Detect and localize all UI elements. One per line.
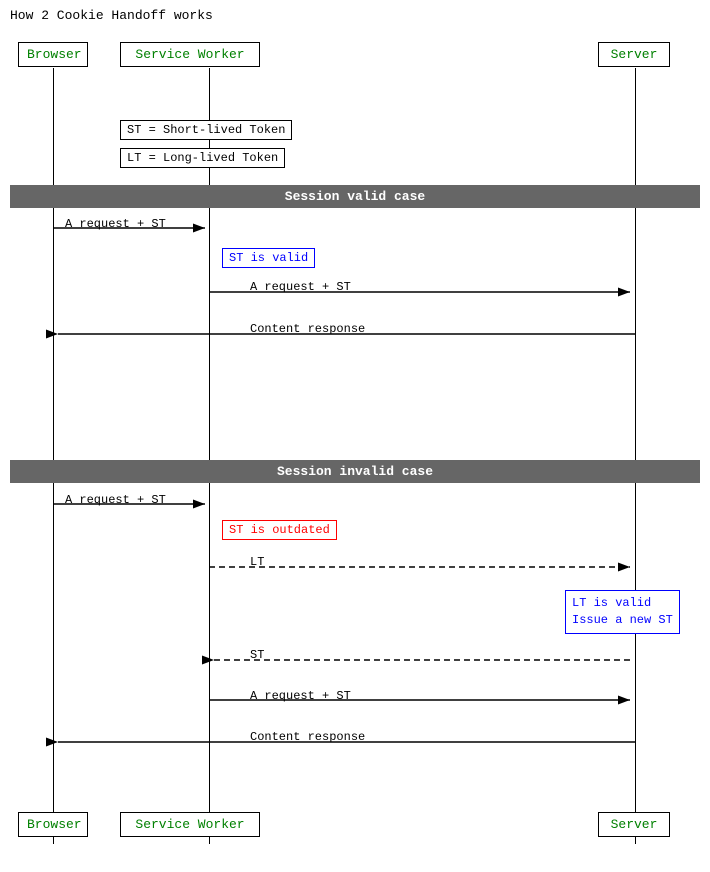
actor-sw-bot: Service Worker: [120, 812, 260, 837]
status-st-outdated: ST is outdated: [222, 520, 337, 540]
msg-request-st-2: A request + ST: [250, 280, 351, 294]
actor-browser-bot: Browser: [18, 812, 88, 837]
actor-browser-top: Browser: [18, 42, 88, 67]
status-lt-valid: LT is validIssue a new ST: [565, 590, 680, 634]
diagram-container: How 2 Cookie Handoff works Browser Servi…: [0, 0, 710, 872]
msg-request-st-3: A request + ST: [65, 493, 166, 507]
msg-content-response-1: Content response: [250, 322, 365, 336]
section-valid-header: Session valid case: [10, 185, 700, 208]
note-st: ST = Short-lived Token: [120, 120, 292, 140]
msg-request-st-1: A request + ST: [65, 217, 166, 231]
msg-request-st-4: A request + ST: [250, 689, 351, 703]
note-lt: LT = Long-lived Token: [120, 148, 285, 168]
section-invalid-header: Session invalid case: [10, 460, 700, 483]
msg-content-response-2: Content response: [250, 730, 365, 744]
diagram-title: How 2 Cookie Handoff works: [10, 8, 213, 23]
actor-server-bot: Server: [598, 812, 670, 837]
msg-lt-send: LT: [250, 555, 264, 569]
msg-st-return: ST: [250, 648, 264, 662]
status-st-valid: ST is valid: [222, 248, 315, 268]
actor-server-top: Server: [598, 42, 670, 67]
actor-sw-top: Service Worker: [120, 42, 260, 67]
